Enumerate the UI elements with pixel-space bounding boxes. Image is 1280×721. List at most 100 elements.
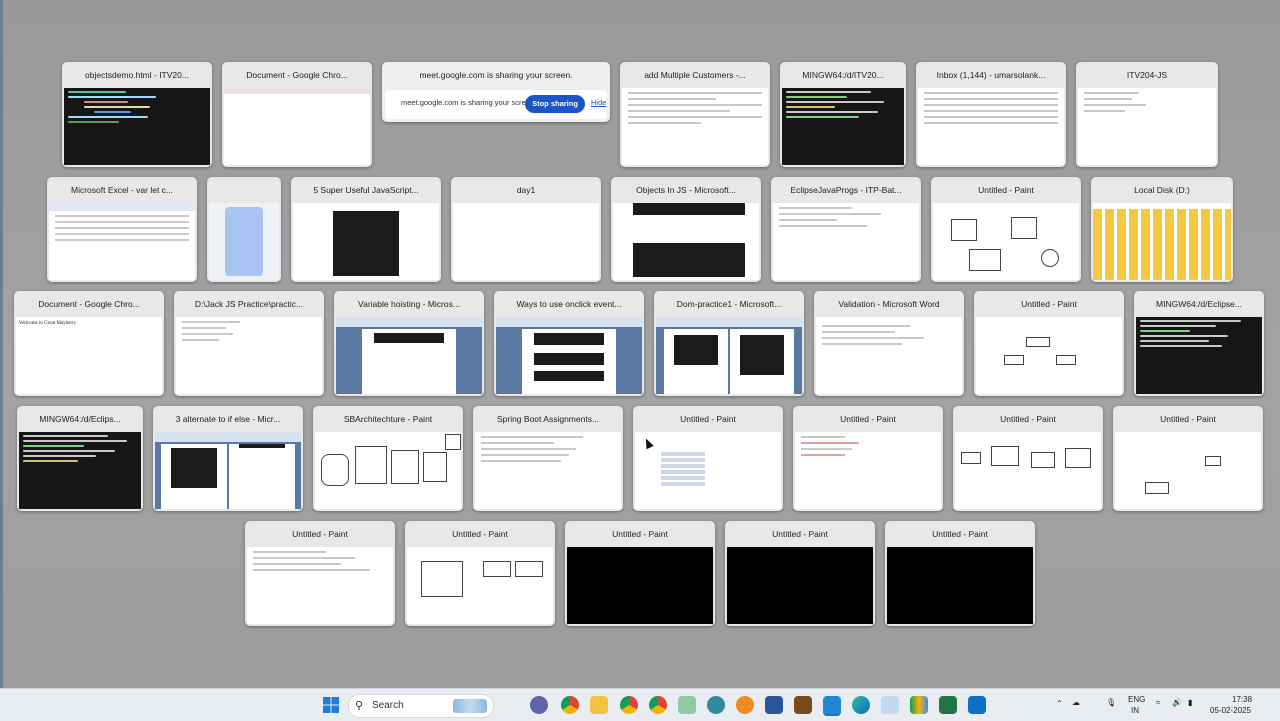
- window-thumb-paint-6[interactable]: Untitled - Paint: [1113, 406, 1263, 511]
- window-thumb-paint-11[interactable]: Untitled - Paint: [885, 521, 1035, 626]
- drive-icon[interactable]: [910, 696, 928, 714]
- window-thumb-paint-3[interactable]: Untitled - Paint: [633, 406, 783, 511]
- window-thumb-sbarchitecture[interactable]: SBArchitechture - Paint: [313, 406, 463, 511]
- window-preview: [19, 432, 141, 509]
- window-thumb-paint-8[interactable]: Untitled - Paint: [405, 521, 555, 626]
- window-thumb-eclipse[interactable]: EclipseJavaProgs - ITP-Bat...: [771, 177, 921, 282]
- notepad-icon[interactable]: [678, 696, 696, 714]
- excel-icon[interactable]: [939, 696, 957, 714]
- window-thumb-paint-4[interactable]: Untitled - Paint: [793, 406, 943, 511]
- chrome-profile-2-icon[interactable]: [649, 696, 667, 714]
- window-title: Untitled - Paint: [932, 529, 988, 539]
- window-preview: [293, 203, 439, 280]
- taskbar-search-box[interactable]: ⚲ Search: [348, 694, 494, 718]
- window-preview: [976, 317, 1122, 394]
- window-thumb-paint-1[interactable]: Untitled - Paint: [931, 177, 1081, 282]
- clock-date[interactable]: 05-02-2025: [1210, 706, 1251, 715]
- window-thumb-itv204-js[interactable]: ITV204-JS: [1076, 62, 1218, 167]
- window-thumb-paint-10[interactable]: Untitled - Paint: [725, 521, 875, 626]
- window-title: 5 Super Useful JavaScript...: [313, 185, 419, 195]
- mail-icon[interactable]: [881, 696, 899, 714]
- clock-time[interactable]: 17:38: [1232, 695, 1252, 704]
- window-preview: [1078, 88, 1216, 165]
- microphone-icon[interactable]: 🎙: [1106, 698, 1116, 707]
- remote-desktop-icon[interactable]: [968, 696, 986, 714]
- window-title: 3 alternate to if else - Micr...: [175, 414, 281, 424]
- chevron-up-icon[interactable]: ⌃: [1056, 699, 1063, 708]
- window-thumb-objects-in-js[interactable]: Objects In JS - Microsoft...: [611, 177, 761, 282]
- word-icon[interactable]: [765, 696, 783, 714]
- window-title: Untitled - Paint: [840, 414, 896, 424]
- window-thumb-objectsdemo[interactable]: objectsdemo.html - ITV20...: [62, 62, 212, 167]
- window-thumb-dom-practice[interactable]: Dom-practice1 - Microsoft...: [654, 291, 804, 396]
- window-title: ITV204-JS: [1126, 70, 1168, 80]
- window-preview: [887, 547, 1033, 624]
- window-preview: [955, 432, 1101, 509]
- window-preview: [209, 203, 279, 280]
- window-title: Document - Google Chro...: [38, 299, 140, 309]
- share-banner: meet.google.com is sharing your screen. …: [385, 90, 607, 119]
- window-thumb-document-chrome-2[interactable]: Document - Google Chro... Welcome to Gre…: [14, 291, 164, 396]
- window-preview: [475, 432, 621, 509]
- game-icon[interactable]: [794, 696, 812, 714]
- window-title: [207, 177, 281, 203]
- window-thumb-paint-9[interactable]: Untitled - Paint: [565, 521, 715, 626]
- window-title: day1: [516, 185, 536, 195]
- photos-icon[interactable]: [707, 696, 725, 714]
- windows-start-icon[interactable]: [322, 696, 340, 714]
- window-preview: [155, 432, 301, 509]
- region-label[interactable]: IN: [1131, 706, 1139, 715]
- window-thumb-local-disk[interactable]: Local Disk (D:): [1091, 177, 1233, 282]
- stop-sharing-button[interactable]: Stop sharing: [525, 95, 585, 113]
- window-thumb-day1[interactable]: day1: [451, 177, 601, 282]
- window-thumb-spring-boot[interactable]: Spring Boot Assignments...: [473, 406, 623, 511]
- window-preview: [918, 88, 1064, 165]
- hide-link[interactable]: Hide: [591, 98, 606, 107]
- wifi-icon[interactable]: ≈: [1156, 698, 1160, 707]
- search-highlight-icon: [453, 699, 487, 713]
- edge-icon[interactable]: [852, 696, 870, 714]
- window-thumb-add-customers[interactable]: add Multiple Customers -...: [620, 62, 770, 167]
- window-preview: [336, 317, 482, 394]
- window-thumb-js-useful[interactable]: 5 Super Useful JavaScript...: [291, 177, 441, 282]
- window-preview: [816, 317, 962, 394]
- search-icon: ⚲: [355, 700, 364, 712]
- window-thumb-paint-7[interactable]: Untitled - Paint: [245, 521, 395, 626]
- window-title: Document - Google Chro...: [246, 70, 348, 80]
- window-preview: [453, 203, 599, 280]
- window-title: Inbox (1,144) - umarsolank...: [936, 70, 1046, 80]
- window-thumb-mingw-eclips-2[interactable]: MINGW64:/d/Eclips...: [17, 406, 143, 511]
- vscode-icon[interactable]: [823, 696, 841, 716]
- vlc-icon[interactable]: [736, 696, 754, 714]
- window-preview: [1093, 203, 1231, 280]
- language-label[interactable]: ENG: [1128, 695, 1145, 704]
- window-thumb-jack-js-practice[interactable]: D:\Jack JS Practice\practic...: [174, 291, 324, 396]
- volume-icon[interactable]: 🔊: [1172, 698, 1182, 707]
- battery-icon[interactable]: ▮: [1188, 698, 1192, 707]
- window-preview: [795, 432, 941, 509]
- window-thumb-paint-5[interactable]: Untitled - Paint: [953, 406, 1103, 511]
- search-label: Search: [372, 700, 404, 711]
- window-thumb-phone[interactable]: [207, 177, 281, 282]
- window-thumb-mingw-itv[interactable]: MINGW64:/d/ITV20...: [780, 62, 906, 167]
- chrome-profile-icon[interactable]: [620, 696, 638, 714]
- window-title: MINGW64:/d/ITV20...: [802, 70, 884, 80]
- window-preview: [727, 547, 873, 624]
- window-preview: [782, 88, 904, 165]
- window-thumb-meet-sharing[interactable]: meet.google.com is sharing your screen. …: [382, 62, 610, 122]
- share-message: meet.google.com is sharing your screen.: [401, 98, 537, 107]
- window-thumb-variable-hoisting[interactable]: Variable hoisting - Micros...: [334, 291, 484, 396]
- window-thumb-mingw-eclipse[interactable]: MINGW64:/d/Eclipse...: [1134, 291, 1264, 396]
- file-explorer-icon[interactable]: [590, 696, 608, 714]
- window-preview: [773, 203, 919, 280]
- teams-icon[interactable]: [530, 696, 548, 714]
- window-thumb-onclick-event[interactable]: Ways to use onclick event...: [494, 291, 644, 396]
- window-thumb-excel[interactable]: Microsoft Excel - var let c...: [47, 177, 197, 282]
- window-thumb-paint-2[interactable]: Untitled - Paint: [974, 291, 1124, 396]
- window-thumb-document-chrome[interactable]: Document - Google Chro...: [222, 62, 372, 167]
- window-thumb-alternate-if-else[interactable]: 3 alternate to if else - Micr...: [153, 406, 303, 511]
- chrome-icon[interactable]: [561, 696, 579, 714]
- window-thumb-validation[interactable]: Validation - Microsoft Word: [814, 291, 964, 396]
- window-thumb-inbox[interactable]: Inbox (1,144) - umarsolank...: [916, 62, 1066, 167]
- cloud-icon[interactable]: ☁: [1072, 698, 1080, 707]
